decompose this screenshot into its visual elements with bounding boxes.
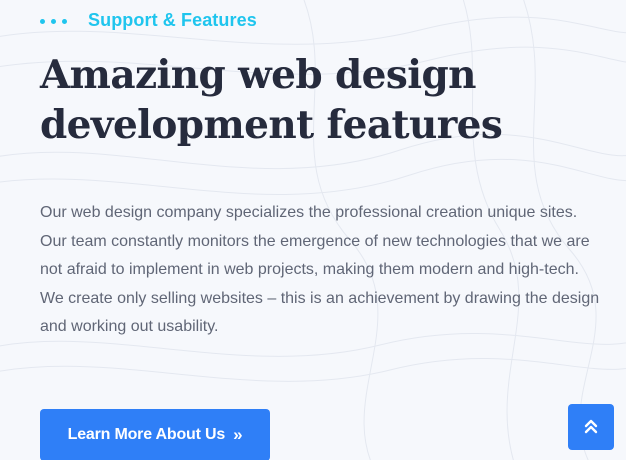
learn-more-label: Learn More About Us xyxy=(67,426,226,443)
scroll-to-top-button[interactable] xyxy=(568,404,614,450)
eyebrow-label: Support & Features xyxy=(88,9,257,30)
double-chevron-right-icon: » xyxy=(233,425,243,444)
dots-icon xyxy=(40,18,67,24)
section-eyebrow: Support & Features xyxy=(40,9,257,31)
section-title: Amazing web design development features xyxy=(40,50,503,150)
title-line-2: development features xyxy=(40,102,503,148)
double-chevron-up-icon xyxy=(584,419,598,434)
learn-more-button[interactable]: Learn More About Us » xyxy=(40,409,270,460)
title-line-1: Amazing web design xyxy=(40,52,476,98)
section-description: Our web design company specializes the p… xyxy=(40,204,600,336)
